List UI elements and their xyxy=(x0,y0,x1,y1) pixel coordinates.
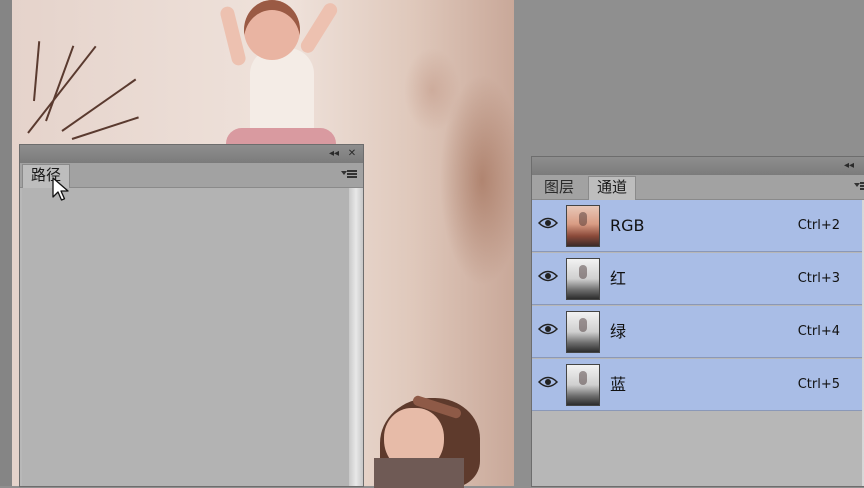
mouse-cursor-icon xyxy=(52,177,69,201)
workspace-gutter xyxy=(0,0,12,486)
scrollbar[interactable] xyxy=(349,188,363,486)
paths-list[interactable] xyxy=(22,188,349,486)
channel-thumbnail xyxy=(566,205,600,247)
channel-name: RGB xyxy=(610,216,645,235)
channel-thumbnail xyxy=(566,311,600,353)
panel-header[interactable]: ◂◂ ✕ xyxy=(20,145,363,163)
channel-shortcut: Ctrl+2 xyxy=(797,218,840,233)
channel-thumbnail xyxy=(566,258,600,300)
channel-name: 蓝 xyxy=(610,375,627,394)
collapse-icon[interactable]: ◂◂ xyxy=(842,159,856,173)
close-icon[interactable]: ✕ xyxy=(345,147,359,161)
panel-menu-icon[interactable] xyxy=(854,180,864,192)
panel-menu-icon[interactable] xyxy=(341,168,357,180)
channels-list: RGB Ctrl+2 红 Ctrl+3 绿 Ctrl+4 蓝 Ctrl+5 xyxy=(532,200,862,486)
tab-bar: 路径 xyxy=(20,163,363,188)
tab-layers[interactable]: 图层 xyxy=(536,177,582,198)
eye-icon[interactable] xyxy=(538,322,558,336)
channel-row-green[interactable]: 绿 Ctrl+4 xyxy=(532,306,862,358)
eye-icon[interactable] xyxy=(538,216,558,230)
tab-bar: 图层 通道 xyxy=(532,175,864,200)
channels-panel: ◂◂ 图层 通道 RGB Ctrl+2 红 Ctrl+3 绿 Ctrl+4 蓝 … xyxy=(532,157,864,486)
channel-row-rgb[interactable]: RGB Ctrl+2 xyxy=(532,200,862,252)
channel-shortcut: Ctrl+5 xyxy=(797,377,840,392)
channel-name: 红 xyxy=(610,269,627,288)
tab-channels[interactable]: 通道 xyxy=(588,176,637,200)
channel-row-blue[interactable]: 蓝 Ctrl+5 xyxy=(532,359,862,411)
channel-shortcut: Ctrl+4 xyxy=(797,324,840,339)
channel-thumbnail xyxy=(566,364,600,406)
eye-icon[interactable] xyxy=(538,269,558,283)
collapse-icon[interactable]: ◂◂ xyxy=(327,147,341,161)
channel-row-red[interactable]: 红 Ctrl+3 xyxy=(532,253,862,305)
paths-panel: ◂◂ ✕ 路径 xyxy=(20,145,363,486)
eye-icon[interactable] xyxy=(538,375,558,389)
panel-header[interactable]: ◂◂ xyxy=(532,157,864,175)
channel-name: 绿 xyxy=(610,322,627,341)
channel-shortcut: Ctrl+3 xyxy=(797,271,840,286)
